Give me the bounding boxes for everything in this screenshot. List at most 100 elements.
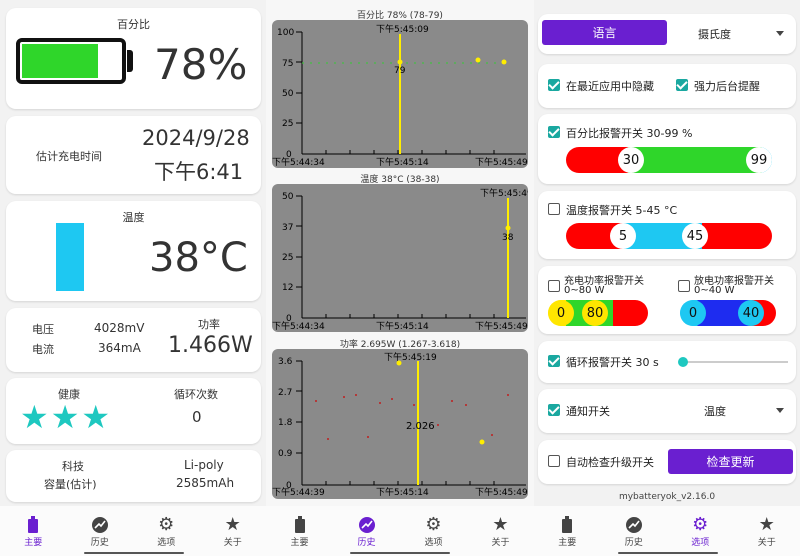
nav-about[interactable]: ★ 关于 [200,506,267,556]
temperature-card: 温度 38°C [6,201,261,301]
charge-time-card: 估计充电时间 2024/9/28 下午6:41 [6,116,261,194]
chart2-ytick-1: 37 [282,223,293,233]
nav-main-label: 主要 [24,537,43,548]
auto-update-checkbox[interactable] [548,455,560,467]
bg-alert-label: 强力后台提醒 [694,80,760,93]
nav-history[interactable]: 历史 [333,506,400,556]
check-update-button[interactable]: 检查更新 [668,449,793,474]
charge-high-knob[interactable]: 80 [582,300,608,326]
notify-checkbox[interactable] [548,404,560,416]
chart3-ytick-1: 2.7 [278,388,292,398]
cycle-alarm-card: 循环报警开关 30 s [538,341,796,383]
chart3-xtick-2: 下午5:45:49 [475,486,528,498]
chart3-ytick-2: 1.8 [278,418,293,428]
chart1-ytick-1: 75 [282,59,293,69]
hide-recent-checkbox[interactable] [548,79,560,91]
charge-date: 2024/9/28 [142,126,250,150]
version-label: mybatteryok_v2.16.0 [618,492,716,502]
nav-options-label: 选项 [691,537,710,548]
chart1-xtick-0: 下午5:44:34 [272,156,325,168]
temp-unit-select[interactable]: 摄氏度 [698,26,731,42]
home-indicator [350,552,450,554]
star-icon: ★ [758,514,775,535]
chart2-ytick-2: 25 [282,253,293,263]
discharge-low-knob[interactable]: 0 [680,300,706,326]
charge-time-label: 估计充电时间 [36,150,102,163]
thermometer-bar [56,223,84,291]
power-chart[interactable]: 3.6 2.7 1.8 0.9 0 下午5:45:19 2.026 下午5:44… [272,349,528,499]
star-icon: ★ [224,514,241,535]
temp-high-knob[interactable]: 45 [682,223,708,249]
charge-time: 下午6:41 [154,160,244,184]
nav-options[interactable]: ⚙ 选项 [400,506,467,556]
chart1-top-label: 下午5:45:09 [376,23,429,35]
language-card: 语言 摄氏度 [538,14,796,54]
charge-alarm-checkbox[interactable] [548,280,560,292]
power-label: 功率 [198,318,220,331]
bottom-nav-2: 主要 历史 ⚙ 选项 ★ 关于 [266,506,534,556]
nav-about[interactable]: ★ 关于 [734,506,800,556]
tech-value: Li-poly [184,458,224,472]
nav-history[interactable]: 历史 [601,506,668,556]
percent-high-knob[interactable]: 99 [746,147,772,173]
star-icon: ★ [492,514,509,535]
percent-alarm-checkbox[interactable] [548,126,560,138]
nav-main[interactable]: 主要 [534,506,601,556]
cycle-slider-thumb[interactable] [678,357,688,367]
discharge-high-knob[interactable]: 40 [738,300,764,326]
nav-about[interactable]: ★ 关于 [467,506,534,556]
chart1-ytick-3: 25 [282,119,293,129]
health-card: 健康 ★★★ 循环次数 0 [6,378,261,444]
health-stars: ★★★ [20,398,113,436]
notify-select[interactable]: 温度 [704,403,726,419]
chart2-top-label: 下午5:45:49 [480,187,528,199]
bottom-nav-1: 主要 历史 ⚙ 选项 ★ 关于 [0,506,266,556]
chart1-xtick-2: 下午5:45:49 [475,156,528,168]
tech-label: 科技 [62,460,84,473]
chart1-xtick-1: 下午5:45:14 [376,156,429,168]
temp-alarm-checkbox[interactable] [548,203,560,215]
cycle-slider-track[interactable] [682,361,788,363]
nav-history-label: 历史 [357,537,376,548]
power-value: 1.466W [168,333,253,358]
nav-main[interactable]: 主要 [0,506,67,556]
settings-panel: 语言 摄氏度 在最近应用中隐藏 强力后台提醒 百分比报警开关 30-99 % 3… [534,0,800,506]
nav-options[interactable]: ⚙ 选项 [667,506,734,556]
percent-chart[interactable]: 100 75 50 25 0 下午5:45:09 79 下午5:44:34 下午… [272,20,528,168]
temp-label: 温度 [122,211,145,224]
bottom-nav-3: 主要 历史 ⚙ 选项 ★ 关于 [534,506,800,556]
electric-card: 电压 4028mV 电流 364mA 功率 1.466W [6,308,261,372]
temp-range-slider[interactable]: 5 45 [566,223,772,249]
cycle-alarm-checkbox[interactable] [548,355,560,367]
discharge-range-slider[interactable]: 0 40 [680,300,776,326]
voltage-label: 电压 [32,323,54,336]
chart3-xtick-0: 下午5:44:39 [272,486,325,498]
chart3-xtick-1: 下午5:45:14 [376,486,429,498]
nav-main-label: 主要 [290,537,309,548]
battery-icon [557,515,577,535]
nav-main[interactable]: 主要 [266,506,333,556]
percent-card: 百分比 78% [6,8,261,109]
percent-range-slider[interactable]: 30 99 [566,147,772,173]
bg-alert-checkbox[interactable] [676,79,688,91]
language-button[interactable]: 语言 [542,20,667,45]
discharge-alarm-checkbox[interactable] [678,280,690,292]
chart1-value-label: 79 [394,66,406,76]
charge-low-knob[interactable]: 0 [548,300,574,326]
trend-icon [357,515,377,535]
temp-value: 38°C [149,235,248,281]
power-alarm-card: 充电功率报警开关 0~80 W 0 80 放电功率报警开关 0~40 W 0 4… [538,266,796,334]
nav-options[interactable]: ⚙ 选项 [133,506,200,556]
charge-range-slider[interactable]: 0 80 [548,300,648,326]
temp-low-knob[interactable]: 5 [610,223,636,249]
percent-label: 百分比 [117,18,150,31]
current-label: 电流 [32,343,54,356]
battery-icon [23,515,43,535]
battery-tip [127,50,133,72]
chevron-down-icon[interactable] [776,408,784,413]
percent-low-knob[interactable]: 30 [618,147,644,173]
temperature-chart[interactable]: 50 37 25 12 0 下午5:45:49 38 下午5:44:34 下午5… [272,184,533,332]
chevron-down-icon[interactable] [776,31,784,36]
nav-history[interactable]: 历史 [67,506,134,556]
hide-options-card: 在最近应用中隐藏 强力后台提醒 [538,64,796,108]
